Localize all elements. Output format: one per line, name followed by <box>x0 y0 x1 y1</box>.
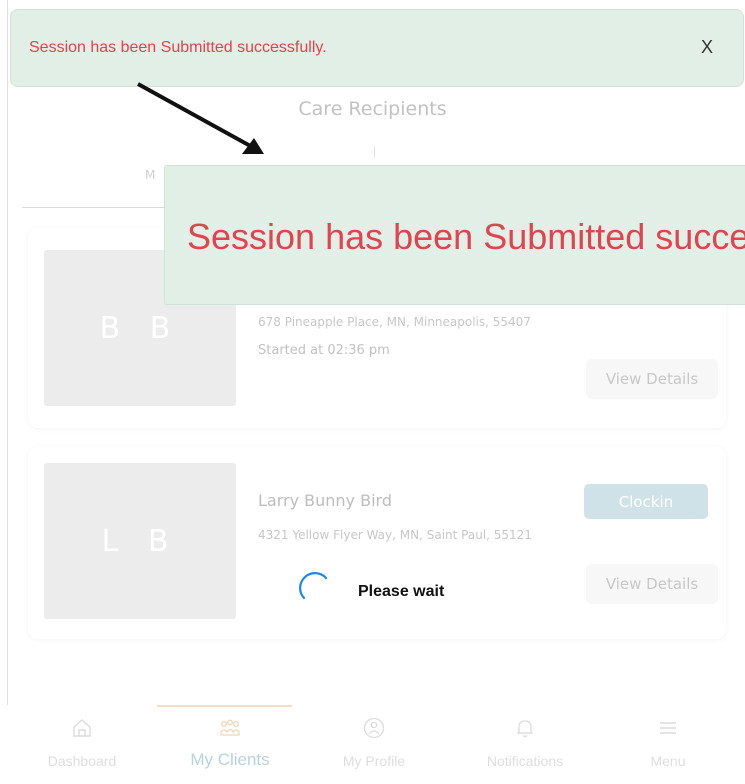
toast-close-button[interactable]: X <box>701 37 713 58</box>
toast-zoom-callout: Session has been Submitted successfully. <box>164 165 745 305</box>
client-address: 4321 Yellow Flyer Way, MN, Saint Paul, 5… <box>258 528 532 542</box>
clockin-button[interactable]: Clockin <box>584 484 708 519</box>
loading-label: Please wait <box>358 583 445 600</box>
nav-item-menu[interactable]: Menu <box>598 717 738 781</box>
nav-item-my-profile[interactable]: My Profile <box>304 717 444 781</box>
bell-icon <box>517 720 533 738</box>
app-frame: Care Recipients M B B 678 Pineapple Plac… <box>0 0 745 784</box>
client-name: Larry Bunny Bird <box>258 491 392 510</box>
nav-label: Notifications <box>486 753 564 769</box>
nav-label: Dashboard <box>47 753 117 769</box>
success-toast: Session has been Submitted successfully.… <box>10 9 744 87</box>
client-address: 678 Pineapple Place, MN, Minneapolis, 55… <box>258 315 531 329</box>
annotation-arrow-icon <box>137 82 264 154</box>
toast-message: Session has been Submitted successfully. <box>29 39 327 56</box>
active-tab-indicator <box>157 705 292 707</box>
client-card: L B Larry Bunny Bird Clockin 4321 Yellow… <box>28 447 726 639</box>
client-avatar: L B <box>44 463 236 619</box>
profile-icon <box>363 717 385 739</box>
people-icon <box>220 719 240 736</box>
nav-label: My Profile <box>342 753 406 769</box>
page-title: Care Recipients <box>298 98 447 120</box>
nav-label: Menu <box>650 753 686 769</box>
hamburger-icon <box>660 722 676 734</box>
bottom-nav: Dashboard My Clients My Profile Notifica… <box>0 705 745 784</box>
view-details-button[interactable]: View Details <box>586 359 718 399</box>
view-details-button[interactable]: View Details <box>586 564 718 604</box>
client-started-time: Started at 02:36 pm <box>258 343 390 358</box>
nav-item-dashboard[interactable]: Dashboard <box>12 717 152 781</box>
nav-item-notifications[interactable]: Notifications <box>455 717 595 781</box>
nav-item-my-clients[interactable]: My Clients <box>160 717 300 781</box>
loading-spinner-icon <box>299 572 328 600</box>
tab-divider <box>374 146 375 158</box>
nav-label: My Clients <box>190 750 270 769</box>
toast-zoom-message: Session has been Submitted successfully. <box>187 216 745 257</box>
home-icon <box>73 719 91 737</box>
tab-label-partial[interactable]: M <box>145 168 155 182</box>
